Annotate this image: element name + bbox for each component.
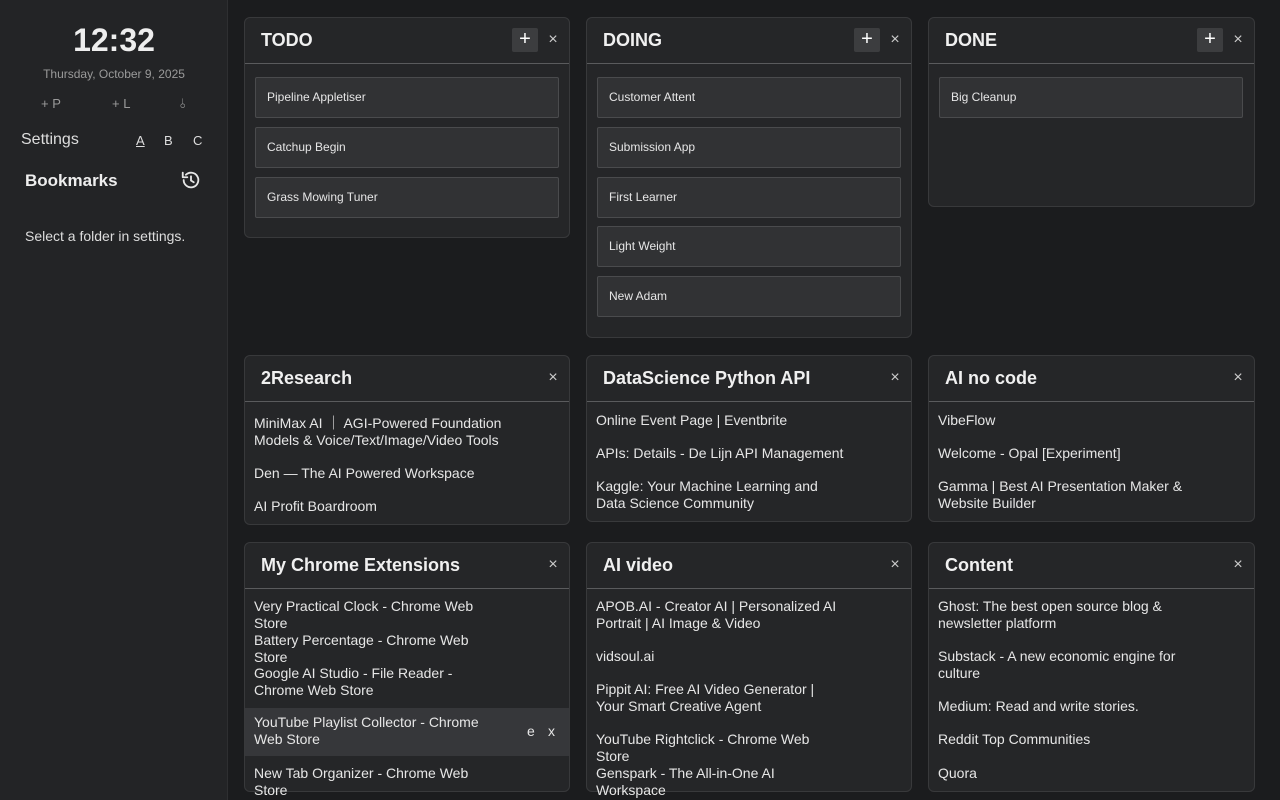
bookmark-link[interactable]: APIs: Details - De Lijn API Management	[596, 445, 846, 462]
task-card[interactable]: Pipeline Appletiser	[255, 77, 559, 118]
theme-option-a[interactable]: A	[136, 133, 145, 148]
close-column-button[interactable]: ×	[1229, 29, 1247, 51]
column-title: TODO	[261, 30, 313, 50]
bookmark-link[interactable]: YouTube Playlist Collector - Chrome Web …	[254, 714, 504, 748]
theme-option-b[interactable]: B	[164, 133, 173, 148]
close-group-button[interactable]: ×	[1229, 367, 1247, 389]
bookmarks-message: Select a folder in settings.	[25, 228, 186, 244]
bookmark-group-ai-no-code: AI no code × VibeFlow Welcome - Opal [Ex…	[928, 355, 1255, 522]
bookmark-link[interactable]: YouTube Rightclick - Chrome Web Store	[596, 731, 846, 765]
bookmark-link[interactable]: Very Practical Clock - Chrome Web Store	[254, 598, 504, 632]
close-group-button[interactable]: ×	[886, 554, 904, 576]
bookmark-link[interactable]: AI Profit Boardroom	[254, 498, 504, 515]
bookmark-link[interactable]: Medium: Read and write stories.	[938, 698, 1188, 715]
bookmark-group-my-chrome-extensions: My Chrome Extensions × Very Practical Cl…	[244, 542, 570, 798]
clock-time: 12:32	[73, 22, 155, 58]
bookmark-group-ai-video: AI video × APOB.AI - Creator AI | Person…	[586, 542, 912, 798]
remove-link-button[interactable]: x	[548, 723, 555, 739]
history-icon[interactable]	[180, 169, 202, 191]
bookmark-group-content: Content × Ghost: The best open source bl…	[928, 542, 1255, 792]
group-header: 2Research ×	[245, 356, 569, 402]
theme-option-c[interactable]: C	[193, 133, 202, 148]
bookmarks-title: Bookmarks	[25, 171, 118, 190]
close-column-button[interactable]: ×	[886, 29, 904, 51]
bookmark-link[interactable]: VibeFlow	[938, 412, 1188, 429]
clock-date: Thursday, October 9, 2025	[43, 67, 185, 81]
kanban-column-todo: TODO + × Pipeline Appletiser Catchup Beg…	[244, 17, 570, 238]
edit-link-button[interactable]: e	[527, 723, 535, 739]
column-title: DOING	[603, 30, 663, 50]
close-group-button[interactable]: ×	[544, 554, 562, 576]
column-header: DONE + ×	[929, 18, 1254, 64]
bookmark-link[interactable]: Ghost: The best open source blog & newsl…	[938, 598, 1188, 632]
kanban-column-doing: DOING + × Customer Attent Submission App…	[586, 17, 912, 338]
close-column-button[interactable]: ×	[544, 29, 562, 51]
bookmark-link[interactable]: MiniMax AI ｜ AGI-Powered Foundation Mode…	[254, 415, 504, 449]
bookmark-link[interactable]: Kaggle: Your Machine Learning and Data S…	[596, 478, 846, 512]
bookmark-link[interactable]: Den — The AI Powered Workspace	[254, 465, 504, 482]
column-title: DONE	[945, 30, 998, 50]
bookmark-group-2research: 2Research × MiniMax AI ｜ AGI-Powered Fou…	[244, 355, 570, 525]
add-task-button[interactable]: +	[1197, 28, 1223, 52]
column-header: TODO + ×	[245, 18, 569, 64]
settings-link[interactable]: Settings	[21, 131, 79, 149]
bookmark-link[interactable]: Genspark - The All-in-One AI Workspace	[596, 765, 846, 799]
task-card[interactable]: Customer Attent	[597, 77, 901, 118]
bookmark-link[interactable]: Google AI Studio - File Reader - Chrome …	[254, 665, 504, 699]
bookmark-link[interactable]: New Tab Organizer - Chrome Web Store	[254, 765, 504, 799]
group-title: AI no code	[945, 368, 1038, 388]
group-title: 2Research	[261, 368, 353, 388]
group-header: Content ×	[929, 543, 1254, 589]
bookmark-link[interactable]: Quora	[938, 765, 1188, 782]
add-task-button[interactable]: +	[854, 28, 880, 52]
menu-button[interactable]: ⫰	[180, 96, 186, 112]
close-group-button[interactable]: ×	[886, 367, 904, 389]
task-card[interactable]: Grass Mowing Tuner	[255, 177, 559, 218]
bookmark-link[interactable]: Battery Percentage - Chrome Web Store	[254, 632, 504, 666]
close-group-button[interactable]: ×	[1229, 554, 1247, 576]
bookmark-link[interactable]: Online Event Page | Eventbrite	[596, 412, 846, 429]
add-p-button[interactable]: + P	[41, 96, 61, 111]
task-card[interactable]: First Learner	[597, 177, 901, 218]
add-task-button[interactable]: +	[512, 28, 538, 52]
bookmark-link[interactable]: Welcome - Opal [Experiment]	[938, 445, 1188, 462]
bookmark-link[interactable]: vidsoul.ai	[596, 648, 846, 665]
bookmark-link[interactable]: Pippit AI: Free AI Video Generator | You…	[596, 681, 846, 715]
task-card[interactable]: Light Weight	[597, 226, 901, 267]
group-header: AI no code ×	[929, 356, 1254, 402]
group-title: DataScience Python API	[603, 368, 811, 388]
column-header: DOING + ×	[587, 18, 911, 64]
group-header: DataScience Python API ×	[587, 356, 911, 402]
bookmark-link[interactable]: Substack - A new economic engine for cul…	[938, 648, 1188, 682]
bookmark-link[interactable]: Gamma | Best AI Presentation Maker & Web…	[938, 478, 1188, 512]
bookmark-group-datascience-python-api: DataScience Python API × Online Event Pa…	[586, 355, 912, 522]
group-title: AI video	[603, 555, 674, 575]
add-l-button[interactable]: + L	[112, 96, 130, 111]
bookmark-link[interactable]: Reddit Top Communities	[938, 731, 1188, 748]
task-card[interactable]: Catchup Begin	[255, 127, 559, 168]
group-header: AI video ×	[587, 543, 911, 589]
close-group-button[interactable]: ×	[544, 367, 562, 389]
group-title: Content	[945, 555, 1013, 575]
group-header: My Chrome Extensions ×	[245, 543, 569, 589]
group-title: My Chrome Extensions	[261, 555, 461, 575]
bookmark-link[interactable]: APOB.AI - Creator AI | Personalized AI P…	[596, 598, 846, 632]
task-card[interactable]: New Adam	[597, 276, 901, 317]
sidebar: 12:32 Thursday, October 9, 2025 + P + L …	[0, 0, 228, 800]
kanban-column-done: DONE + × Big Cleanup	[928, 17, 1255, 207]
task-card[interactable]: Big Cleanup	[939, 77, 1243, 118]
task-card[interactable]: Submission App	[597, 127, 901, 168]
